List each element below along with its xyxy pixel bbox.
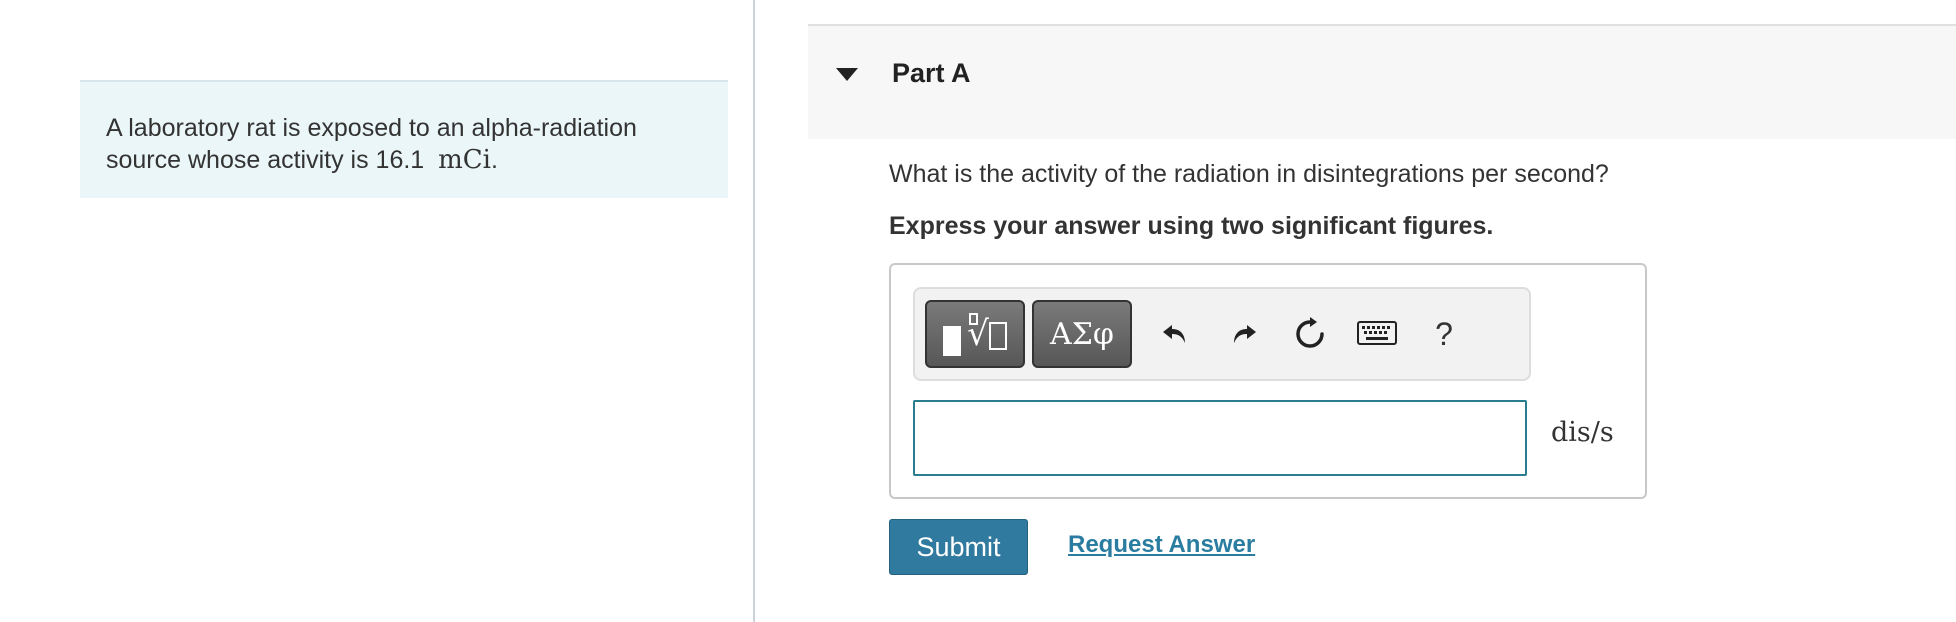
- question-text: What is the activity of the radiation in…: [889, 160, 1609, 188]
- answer-input[interactable]: [913, 400, 1527, 476]
- redo-button[interactable]: [1218, 309, 1268, 359]
- templates-button[interactable]: √: [925, 300, 1025, 368]
- templates-icon: [943, 326, 962, 356]
- problem-statement: A laboratory rat is exposed to an alpha-…: [80, 80, 728, 198]
- undo-button[interactable]: [1151, 309, 1201, 359]
- greek-symbols-button[interactable]: ΑΣφ: [1032, 300, 1132, 368]
- answer-box: √ ΑΣφ ? dis/s: [889, 263, 1647, 499]
- math-toolbar: √ ΑΣφ ?: [913, 287, 1531, 381]
- undo-icon: [1163, 325, 1185, 343]
- part-pane: Part A What is the activity of the radia…: [808, 0, 1956, 622]
- submit-button[interactable]: Submit: [889, 519, 1028, 575]
- answer-instruction: Express your answer using two significan…: [889, 212, 1494, 240]
- answer-unit: dis/s: [1551, 417, 1614, 448]
- part-header[interactable]: Part A: [808, 24, 1956, 139]
- request-answer-link[interactable]: Request Answer: [1068, 531, 1255, 559]
- problem-text: A laboratory rat is exposed to an alpha-…: [106, 114, 637, 174]
- problem-trailing: .: [490, 146, 498, 174]
- help-button[interactable]: ?: [1419, 309, 1469, 359]
- redo-icon: [1234, 325, 1256, 343]
- keyboard-button[interactable]: [1352, 309, 1402, 359]
- problem-pane: A laboratory rat is exposed to an alpha-…: [0, 0, 755, 622]
- reset-icon: [1296, 317, 1324, 348]
- keyboard-icon: [1357, 321, 1397, 345]
- caret-down-icon[interactable]: [836, 68, 858, 81]
- problem-unit: mCi: [438, 145, 491, 175]
- reset-button[interactable]: [1285, 309, 1335, 359]
- part-title: Part A: [892, 58, 971, 88]
